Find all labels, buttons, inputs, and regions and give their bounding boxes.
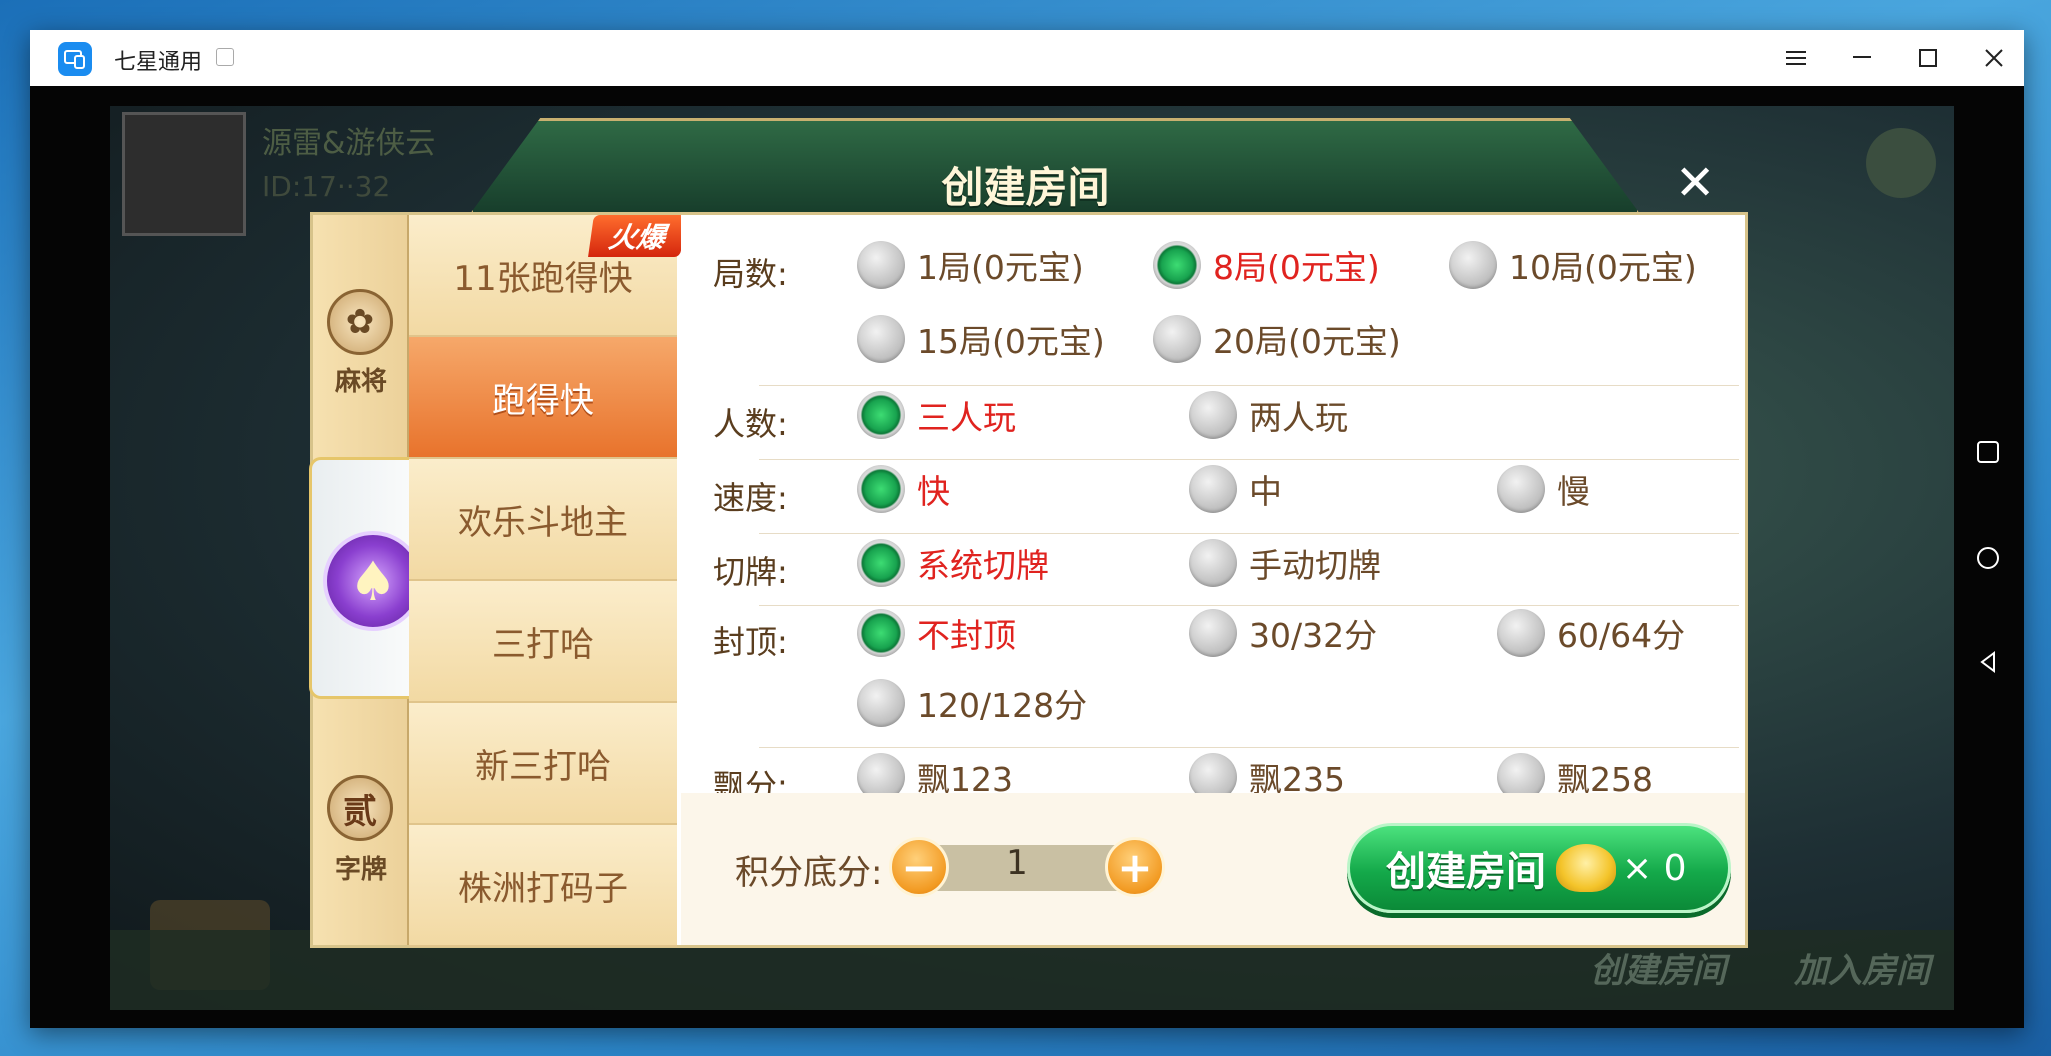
create-room-label: 创建房间 (1386, 849, 1546, 895)
cap-option-none[interactable]: 不封顶 (857, 609, 1016, 657)
radio-checked-icon (857, 465, 905, 513)
players-option-3[interactable]: 三人玩 (857, 391, 1016, 439)
radio-icon (1497, 753, 1545, 793)
float-option-258[interactable]: 飘258 (1497, 753, 1653, 793)
radio-icon (857, 679, 905, 727)
players-label: 人数: (713, 405, 788, 443)
app-logo-icon (58, 42, 92, 76)
options-panel: 局数: 1局(0元宝) 8局(0元宝) 10局(0元宝) 15局(0元宝) 20… (681, 215, 1745, 793)
game-item-zhuzhou[interactable]: 株洲打码子 (409, 825, 677, 947)
zipai-icon[interactable]: 贰 (327, 775, 393, 841)
category-mahjong-label[interactable]: 麻将 (313, 361, 409, 398)
cap-option-60[interactable]: 60/64分 (1497, 609, 1685, 657)
float-label: 飘分: (713, 767, 788, 793)
players-option-2[interactable]: 两人玩 (1189, 391, 1348, 439)
back-icon[interactable] (1968, 642, 2008, 682)
cap-label: 封顶: (713, 623, 788, 661)
rounds-option-8[interactable]: 8局(0元宝) (1153, 241, 1380, 289)
lobby-join-room-button[interactable]: 加入房间 (1794, 943, 1930, 992)
close-window-icon[interactable] (1972, 36, 2016, 80)
rounds-option-10[interactable]: 10局(0元宝) (1449, 241, 1697, 289)
game-item-doudizhu[interactable]: 欢乐斗地主 (409, 459, 677, 581)
home-icon[interactable] (1968, 538, 2008, 578)
minimize-icon[interactable] (1840, 36, 1884, 80)
radio-checked-icon (857, 391, 905, 439)
menu-icon[interactable] (1774, 36, 1818, 80)
radio-icon (1497, 609, 1545, 657)
radio-icon (1189, 539, 1237, 587)
radio-checked-icon (857, 609, 905, 657)
cap-option-30[interactable]: 30/32分 (1189, 609, 1377, 657)
category-zipai-label[interactable]: 字牌 (313, 849, 409, 886)
category-column: ✿ 麻将 ♠ 贰 字牌 (309, 215, 449, 945)
maximize-icon[interactable] (1906, 36, 1950, 80)
dialog-close-icon[interactable]: ✕ (1675, 155, 1715, 211)
cut-option-manual[interactable]: 手动切牌 (1189, 539, 1381, 587)
rounds-option-1[interactable]: 1局(0元宝) (857, 241, 1084, 289)
radio-icon (857, 315, 905, 363)
radio-icon (1449, 241, 1497, 289)
rounds-label: 局数: (713, 255, 788, 293)
divider (759, 385, 1739, 386)
pin-icon[interactable] (216, 48, 234, 66)
speed-option-medium[interactable]: 中 (1189, 465, 1282, 513)
radio-checked-icon (857, 539, 905, 587)
cut-label: 切牌: (713, 553, 788, 591)
float-option-123[interactable]: 飘123 (857, 753, 1013, 793)
app-title: 七星通用 (114, 50, 203, 75)
divider (759, 533, 1739, 534)
hot-badge: 火爆 (588, 215, 686, 257)
cap-option-120[interactable]: 120/128分 (857, 679, 1087, 727)
plus-icon[interactable]: + (1105, 837, 1165, 897)
base-score-label: 积分底分: (735, 853, 883, 893)
speed-option-slow[interactable]: 慢 (1497, 465, 1590, 513)
radio-checked-icon (1153, 241, 1201, 289)
mahjong-icon[interactable]: ✿ (327, 289, 393, 355)
float-option-235[interactable]: 飘235 (1189, 753, 1345, 793)
speed-option-fast[interactable]: 快 (857, 465, 950, 513)
rounds-option-20[interactable]: 20局(0元宝) (1153, 315, 1401, 363)
radio-icon (1189, 609, 1237, 657)
spade-chip-icon[interactable]: ♠ (323, 531, 423, 631)
create-room-dialog: ✿ 麻将 ♠ 贰 字牌 11张跑得快 跑得快 欢乐斗地主 三打哈 新三打哈 株洲… (309, 212, 1748, 948)
rounds-option-15[interactable]: 15局(0元宝) (857, 315, 1105, 363)
title-bar: 七星通用 (30, 30, 2024, 86)
radio-icon (1189, 753, 1237, 793)
create-room-button[interactable]: 创建房间 × 0 (1347, 823, 1731, 913)
cut-option-system[interactable]: 系统切牌 (857, 539, 1049, 587)
radio-icon (1189, 391, 1237, 439)
game-item-pdk[interactable]: 跑得快 (409, 337, 677, 459)
divider (759, 459, 1739, 460)
divider (759, 605, 1739, 606)
divider (759, 747, 1739, 748)
game-list: 11张跑得快 跑得快 欢乐斗地主 三打哈 新三打哈 株洲打码子 (409, 215, 677, 947)
game-item-new-sandaha[interactable]: 新三打哈 (409, 703, 677, 825)
radio-icon (1189, 465, 1237, 513)
minus-icon[interactable]: − (889, 837, 949, 897)
gold-ingot-icon (1556, 844, 1616, 892)
radio-icon (1497, 465, 1545, 513)
lobby-create-room-button[interactable]: 创建房间 (1590, 943, 1726, 992)
dialog-title: 创建房间 (941, 163, 1110, 212)
recent-apps-icon[interactable] (1968, 432, 2008, 472)
radio-icon (857, 241, 905, 289)
dialog-footer: 积分底分: 1 − + 创建房间 × 0 (681, 793, 1745, 945)
room-cost: × 0 (1622, 847, 1687, 889)
radio-icon (857, 753, 905, 793)
game-item-sandaha[interactable]: 三打哈 (409, 581, 677, 703)
speed-label: 速度: (713, 479, 788, 517)
radio-icon (1153, 315, 1201, 363)
